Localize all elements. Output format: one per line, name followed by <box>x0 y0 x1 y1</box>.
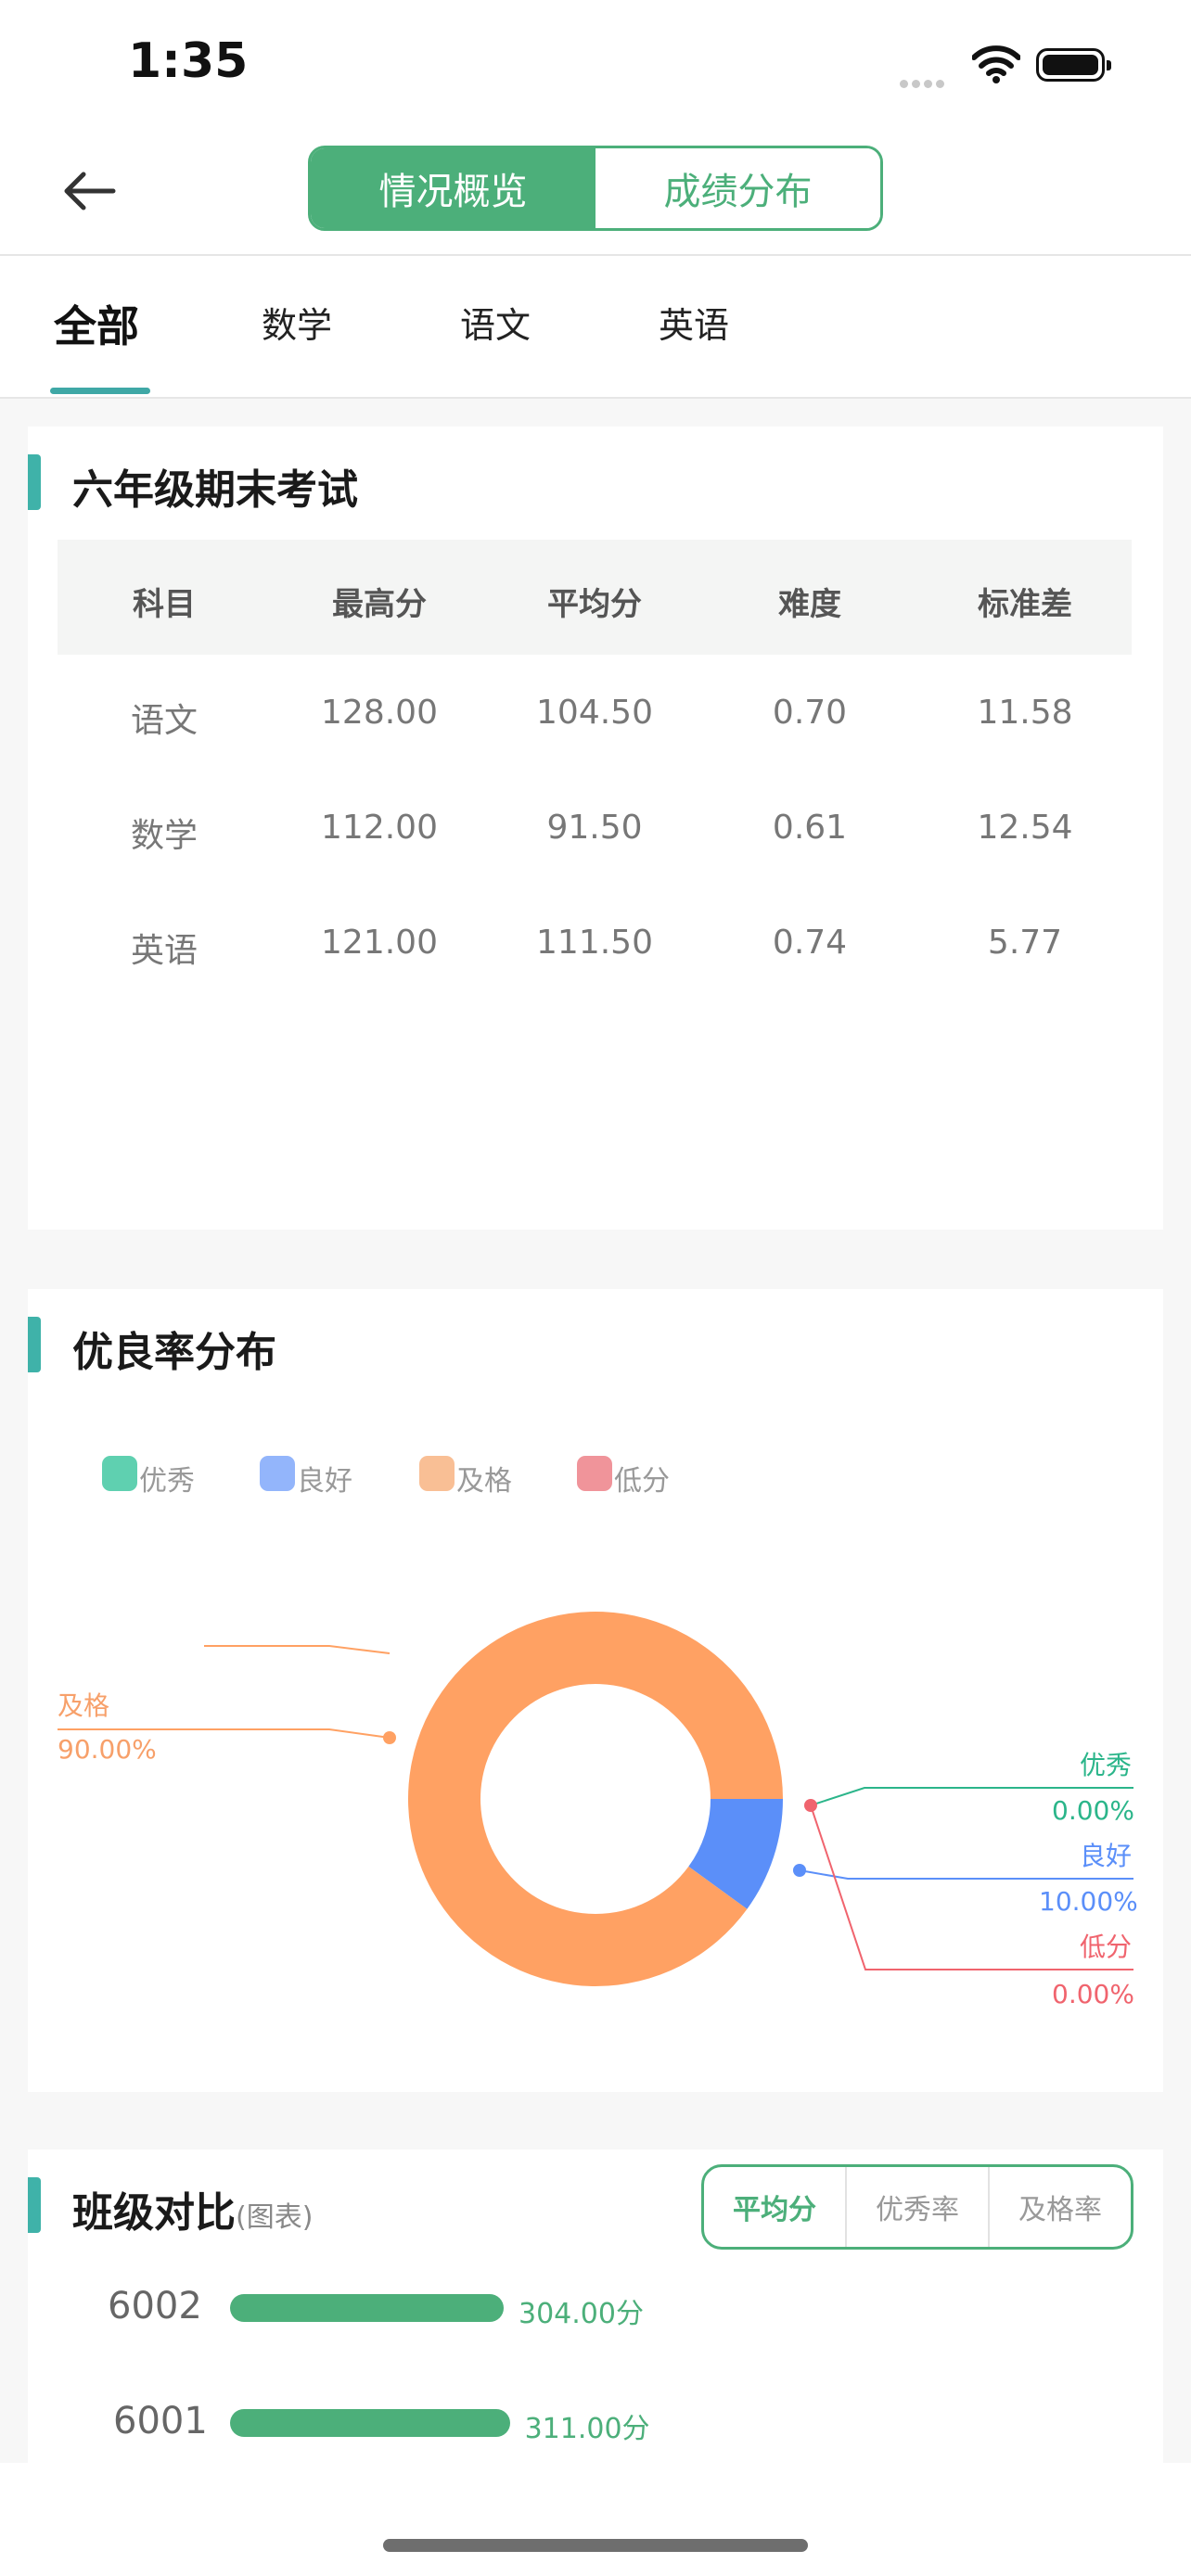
card-accent-bar <box>28 1317 41 1372</box>
back-arrow-icon[interactable] <box>61 163 117 219</box>
legend-pass-label[interactable]: 及格 <box>456 1458 512 1498</box>
slice-pass <box>408 1612 783 1986</box>
class-name: 6001 <box>113 2400 208 2442</box>
low-dot <box>804 1799 817 1812</box>
table-cell: 121.00 <box>321 924 438 962</box>
class-value: 311.00分 <box>524 2413 650 2445</box>
legend-good-label[interactable]: 良好 <box>297 1458 352 1498</box>
filter-average[interactable]: 平均分 <box>704 2167 845 2247</box>
rate-title: 优良率分布 <box>72 1329 276 1376</box>
class-bar <box>230 2409 510 2437</box>
good-label-name: 良好 <box>1080 1841 1133 1871</box>
table-cell: 0.70 <box>772 694 848 732</box>
table-cell: 128.00 <box>321 694 438 732</box>
card-accent-bar <box>28 454 41 510</box>
filter-excellent-rate[interactable]: 优秀率 <box>845 2167 988 2247</box>
class-compare-title: 班级对比(图表) <box>72 2189 314 2237</box>
status-time: 1:35 <box>128 33 249 89</box>
legend-low-swatch[interactable] <box>577 1456 612 1491</box>
segment-distribution[interactable]: 成绩分布 <box>596 148 880 228</box>
class-value: 304.00分 <box>519 2298 644 2330</box>
wifi-icon <box>972 45 1020 83</box>
good-dot <box>793 1864 806 1877</box>
pass-leader-line-left <box>58 1728 391 1739</box>
col-stddev: 标准差 <box>978 586 1072 623</box>
table-cell: 英语 <box>130 932 198 970</box>
subject-tabs <box>0 256 1191 399</box>
table-cell: 12.54 <box>977 809 1073 847</box>
view-segmented-control: 情况概览 成绩分布 <box>308 146 883 231</box>
col-subject: 科目 <box>133 586 196 623</box>
low-label-value: 0.00% <box>1052 1979 1134 2009</box>
table-cell: 0.74 <box>772 924 848 962</box>
class-name: 6002 <box>108 2285 202 2327</box>
table-cell: 104.50 <box>536 694 653 732</box>
legend-excellent-label[interactable]: 优秀 <box>139 1458 195 1498</box>
table-cell: 5.77 <box>987 924 1063 962</box>
table-cell: 112.00 <box>321 809 438 847</box>
excellent-label-value: 0.00% <box>1052 1795 1134 1826</box>
exam-title: 六年级期末考试 <box>72 466 358 514</box>
class-compare-title-suffix: (图表) <box>236 2201 314 2234</box>
legend-excellent-swatch[interactable] <box>102 1456 137 1491</box>
class-bar <box>230 2294 504 2322</box>
col-difficulty: 难度 <box>778 586 841 623</box>
tab-english[interactable]: 英语 <box>659 297 729 348</box>
table-cell: 11.58 <box>977 694 1073 732</box>
tab-math[interactable]: 数学 <box>262 297 332 348</box>
filter-pass-rate[interactable]: 及格率 <box>988 2167 1131 2247</box>
active-tab-indicator <box>50 388 150 394</box>
table-cell: 0.61 <box>772 809 848 847</box>
tab-chinese[interactable]: 语文 <box>460 297 531 348</box>
good-label-value: 10.00% <box>1039 1886 1138 1917</box>
legend-pass-swatch[interactable] <box>419 1456 455 1491</box>
pass-label-value: 90.00% <box>58 1734 157 1765</box>
cellular-signal-icon <box>900 74 948 92</box>
segment-overview[interactable]: 情况概览 <box>311 148 596 228</box>
home-indicator[interactable] <box>383 2539 808 2552</box>
card-accent-bar <box>28 2177 41 2233</box>
pass-label-name: 及格 <box>58 1690 110 1721</box>
donut-slices <box>408 1612 783 1986</box>
excellent-label-name: 优秀 <box>1080 1750 1133 1780</box>
legend-low-label[interactable]: 低分 <box>614 1458 670 1498</box>
tab-all[interactable]: 全部 <box>54 293 139 354</box>
battery-icon <box>1036 48 1111 82</box>
legend-good-swatch[interactable] <box>260 1456 295 1491</box>
bottom-bar <box>0 2463 1191 2576</box>
metric-filter: 平均分 优秀率 及格率 <box>701 2164 1133 2250</box>
table-cell: 91.50 <box>546 809 643 847</box>
col-avg: 平均分 <box>547 586 642 623</box>
table-cell: 语文 <box>130 702 198 740</box>
col-max: 最高分 <box>332 586 427 623</box>
low-label-name: 低分 <box>1080 1932 1133 1962</box>
table-cell: 数学 <box>130 817 198 855</box>
table-cell: 111.50 <box>536 924 653 962</box>
